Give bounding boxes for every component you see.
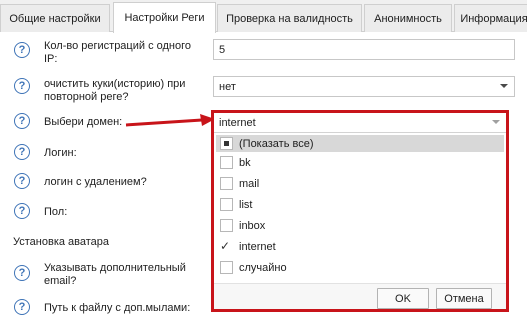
clear-cookies-label: очистить куки(историю) при повторной рег… — [44, 78, 186, 103]
tab-registration-settings[interactable]: Настройки Реги — [113, 2, 216, 33]
help-icon[interactable]: ? — [14, 299, 30, 315]
chevron-down-icon — [500, 84, 508, 88]
checkbox[interactable] — [220, 261, 233, 274]
tab-label: Анонимность — [374, 12, 442, 25]
domain-select[interactable]: internet — [214, 113, 506, 133]
help-icon[interactable]: ? — [14, 203, 30, 219]
list-item[interactable]: случайно — [216, 258, 504, 278]
help-icon[interactable]: ? — [14, 42, 30, 58]
tab-general-settings[interactable]: Общие настройки — [0, 4, 110, 32]
list-item[interactable]: list — [216, 195, 504, 215]
help-icon[interactable]: ? — [14, 78, 30, 94]
gender-label: Пол: — [44, 206, 68, 218]
item-label: inbox — [239, 220, 266, 232]
ok-label: OK — [395, 292, 411, 305]
checkbox[interactable] — [220, 198, 233, 211]
item-label: list — [239, 199, 253, 211]
tab-anonymity[interactable]: Анонимность — [364, 4, 452, 32]
ok-button[interactable]: OK — [377, 288, 429, 309]
domain-dropdown-popup: internet (Показать все) bk mail list inb… — [211, 110, 509, 312]
clear-cookies-select[interactable]: нет — [213, 76, 515, 97]
tab-bar: Общие настройки Настройки Реги Проверка … — [0, 0, 527, 33]
chevron-down-icon[interactable] — [492, 120, 500, 124]
reg-count-label: Кол-во регистраций с одного IP: — [44, 40, 192, 65]
login-label: Логин: — [44, 147, 77, 159]
tab-label: Общие настройки — [9, 12, 101, 25]
extra-email-label: Указывать дополнительный email? — [44, 262, 186, 287]
item-label: случайно — [239, 262, 287, 274]
show-all-option[interactable]: (Показать все) — [216, 135, 504, 152]
cancel-label: Отмена — [444, 292, 484, 305]
tab-information[interactable]: Информация — [454, 4, 527, 32]
reg-count-value: 5 — [219, 43, 226, 56]
clear-cookies-value: нет — [219, 80, 236, 93]
item-label: mail — [239, 178, 260, 190]
checkbox[interactable] — [220, 156, 233, 169]
indeterminate-checkbox[interactable] — [220, 137, 233, 150]
emails-file-label: Путь к файлу с доп.мылами: — [44, 302, 191, 314]
help-icon[interactable]: ? — [14, 173, 30, 189]
domain-value: internet — [219, 116, 256, 129]
item-label: bk — [239, 157, 251, 169]
list-item[interactable]: ✓ internet — [216, 237, 504, 257]
tab-label: Проверка на валидность — [226, 12, 353, 25]
list-item[interactable]: bk — [216, 153, 504, 173]
tab-validity-check[interactable]: Проверка на валидность — [217, 4, 362, 32]
list-item[interactable]: mail — [216, 174, 504, 194]
show-all-label: (Показать все) — [239, 137, 314, 150]
reg-count-input[interactable]: 5 — [213, 39, 515, 60]
list-item[interactable]: inbox — [216, 216, 504, 236]
help-icon[interactable]: ? — [14, 113, 30, 129]
checkmark-icon[interactable]: ✓ — [220, 239, 230, 253]
help-icon[interactable]: ? — [14, 144, 30, 160]
item-label: internet — [239, 241, 276, 253]
avatar-section-title: Установка аватара — [13, 236, 110, 248]
checkbox[interactable] — [220, 219, 233, 232]
cancel-button[interactable]: Отмена — [436, 288, 492, 309]
help-icon[interactable]: ? — [14, 265, 30, 281]
tab-label: Настройки Реги — [124, 12, 205, 24]
login-delete-label: логин с удалением? — [44, 176, 147, 188]
checkbox[interactable] — [220, 177, 233, 190]
tab-label: Информация — [460, 12, 527, 25]
red-arrow-icon — [125, 114, 215, 127]
dropdown-footer: OK Отмена — [214, 283, 506, 309]
